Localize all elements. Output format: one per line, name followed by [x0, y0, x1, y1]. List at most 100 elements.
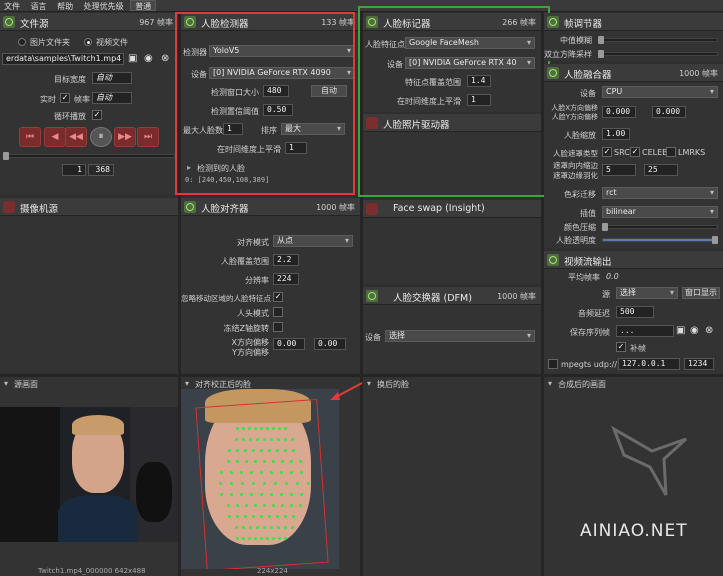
forward-button[interactable]: ▶▶: [114, 127, 136, 147]
target-width-input[interactable]: 自动: [92, 72, 132, 84]
collapse-icon[interactable]: ▾: [548, 379, 552, 388]
prev-frame-button[interactable]: ◀: [44, 127, 66, 147]
mask-erode-input[interactable]: 5: [602, 164, 636, 176]
radio-video-file[interactable]: [84, 38, 92, 46]
color-transfer-select[interactable]: rct: [602, 187, 718, 199]
priority-select[interactable]: 普通: [130, 0, 157, 11]
power-icon[interactable]: [366, 290, 378, 302]
landmark-dot: [248, 427, 251, 430]
power-icon[interactable]: [184, 201, 196, 213]
eye-icon[interactable]: ◉: [144, 53, 158, 65]
red-highlight-box: [175, 12, 355, 195]
freeze-z-checkbox[interactable]: [273, 322, 283, 332]
device-select[interactable]: CPU: [602, 86, 718, 98]
offset-y-input[interactable]: 0.00: [314, 338, 346, 350]
frame-current-input[interactable]: 1: [62, 164, 86, 176]
landmark-dot: [236, 537, 239, 540]
landmark-dot: [219, 482, 222, 485]
port-input[interactable]: 1234: [684, 358, 714, 370]
file-path-input[interactable]: erdata\samples\Twitch1.mp4: [2, 53, 124, 65]
landmark-dot: [260, 427, 263, 430]
mask-lmrks-checkbox[interactable]: [666, 147, 676, 157]
collapse-icon[interactable]: ▾: [367, 379, 371, 388]
median-blur-slider[interactable]: [598, 38, 718, 42]
degrade-slider[interactable]: [598, 52, 718, 56]
pause-button[interactable]: ⏸: [90, 127, 112, 147]
menu-language[interactable]: 语言: [27, 1, 51, 13]
landmark-dot: [242, 537, 245, 540]
resolution-input[interactable]: 224: [273, 273, 299, 285]
median-blur-handle[interactable]: [598, 36, 604, 44]
power-icon[interactable]: [366, 203, 378, 215]
menu-file[interactable]: 文件: [0, 1, 24, 13]
source-select[interactable]: 选择: [616, 287, 678, 299]
ip-address-input[interactable]: 127.0.0.1: [618, 358, 680, 370]
coverage-input[interactable]: 2.2: [273, 254, 299, 266]
opacity-slider[interactable]: [602, 238, 718, 242]
scale-input[interactable]: 1.00: [602, 128, 630, 140]
landmark-dot: [263, 438, 266, 441]
mpegts-checkbox[interactable]: [548, 359, 558, 369]
landmark-dot: [263, 460, 266, 463]
fps-setting-label: 帧率: [74, 95, 90, 104]
mask-blur-input[interactable]: 25: [644, 164, 678, 176]
landmark-dot: [252, 449, 255, 452]
power-icon[interactable]: [547, 16, 559, 28]
mask-celeb-checkbox[interactable]: ✓: [630, 147, 640, 157]
folder-icon[interactable]: ▣: [676, 325, 688, 336]
exclude-moving-checkbox[interactable]: ✓: [273, 292, 283, 302]
landmark-dot: [228, 515, 231, 518]
landmark-dot: [256, 438, 259, 441]
close-icon[interactable]: ⊗: [161, 53, 175, 65]
folder-icon[interactable]: ▣: [128, 53, 142, 65]
interpolation-select[interactable]: bilinear: [602, 206, 718, 218]
landmark-dot: [244, 449, 247, 452]
offset-x-input[interactable]: 0.000: [602, 106, 636, 118]
landmark-dot: [300, 471, 303, 474]
offset-x-input[interactable]: 0.00: [273, 338, 305, 350]
model-select[interactable]: 选择: [385, 330, 535, 342]
mask-src-checkbox[interactable]: ✓: [602, 147, 612, 157]
view-title: 换后的脸: [377, 380, 409, 389]
offset-y-input[interactable]: 0.000: [652, 106, 686, 118]
menu-help[interactable]: 帮助: [53, 1, 77, 13]
color-compression-slider[interactable]: [602, 225, 718, 229]
power-icon[interactable]: [547, 254, 559, 266]
align-mode-select[interactable]: 从点: [273, 235, 353, 247]
opacity-handle[interactable]: [712, 236, 718, 244]
show-window-button[interactable]: 窗口显示: [682, 287, 720, 299]
landmark-dot: [290, 493, 293, 496]
landmark-dot: [249, 438, 252, 441]
last-frame-button[interactable]: ⏭: [137, 127, 159, 147]
power-icon[interactable]: [547, 67, 559, 79]
landmark-dot: [272, 504, 275, 507]
frame-slider[interactable]: [3, 154, 175, 158]
landmark-dot: [230, 493, 233, 496]
radio-image-folder[interactable]: [18, 38, 26, 46]
eye-icon[interactable]: ◉: [690, 325, 702, 336]
head-mode-checkbox[interactable]: [273, 307, 283, 317]
collapse-icon[interactable]: ▾: [185, 379, 189, 388]
aligned-caption: 224x224: [257, 567, 288, 575]
save-path-input[interactable]: ...: [616, 325, 674, 337]
frame-adjuster-panel: 帧调节器 中值模糊 双立方降采样: [544, 13, 723, 61]
landmark-dot: [250, 471, 253, 474]
color-compression-handle[interactable]: [602, 223, 608, 231]
rewind-button[interactable]: ◀◀: [65, 127, 87, 147]
first-frame-button[interactable]: ⏮: [19, 127, 41, 147]
aligned-face-image: [181, 389, 339, 569]
frame-slider-handle[interactable]: [3, 152, 9, 160]
panel-title: 帧调节器: [564, 19, 603, 30]
degrade-handle[interactable]: [598, 50, 604, 58]
realtime-checkbox[interactable]: ✓: [60, 93, 70, 103]
power-icon[interactable]: [3, 201, 15, 213]
close-icon[interactable]: ⊗: [705, 325, 717, 336]
landmark-dot: [235, 526, 238, 529]
audio-delay-input[interactable]: 500: [616, 306, 654, 318]
fps-input[interactable]: 自动: [92, 92, 132, 104]
loop-checkbox[interactable]: ✓: [92, 110, 102, 120]
degrade-label: 双立方降采样: [544, 50, 592, 59]
collapse-icon[interactable]: ▾: [4, 379, 8, 388]
power-icon[interactable]: [3, 16, 15, 28]
fill-frames-checkbox[interactable]: ✓: [616, 342, 626, 352]
